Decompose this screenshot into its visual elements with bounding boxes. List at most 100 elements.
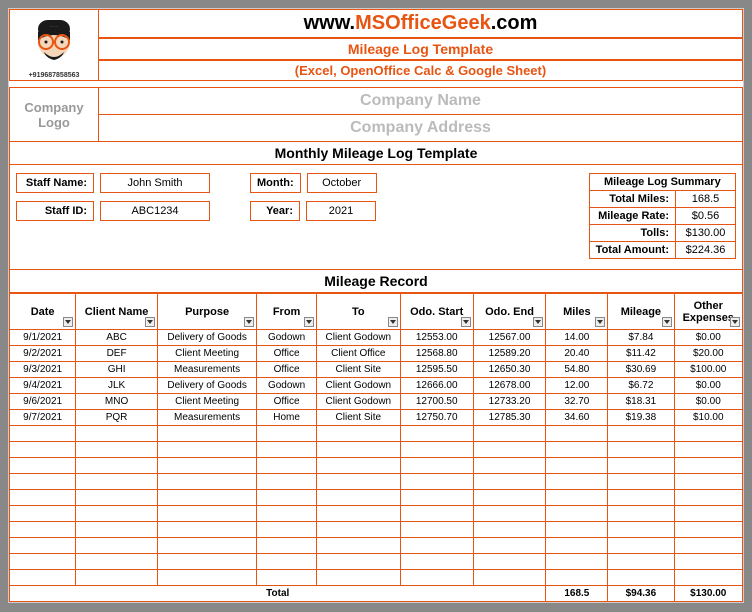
cell-empty[interactable] — [674, 474, 743, 490]
cell-empty[interactable] — [257, 538, 317, 554]
cell-client[interactable]: GHI — [76, 362, 158, 378]
cell-empty[interactable] — [316, 506, 400, 522]
cell-date[interactable]: 9/2/2021 — [10, 346, 76, 362]
cell-purpose[interactable]: Client Meeting — [157, 394, 256, 410]
cell-empty[interactable] — [10, 506, 76, 522]
cell-ostart[interactable]: 12700.50 — [400, 394, 473, 410]
cell-ostart[interactable]: 12568.80 — [400, 346, 473, 362]
cell-empty[interactable] — [316, 458, 400, 474]
cell-empty[interactable] — [400, 474, 473, 490]
cell-empty[interactable] — [157, 570, 256, 586]
column-header[interactable]: Date — [10, 294, 76, 330]
column-header[interactable]: Mileage — [608, 294, 674, 330]
cell-empty[interactable] — [10, 442, 76, 458]
filter-dropdown-icon[interactable] — [388, 317, 398, 327]
cell-miles[interactable]: 32.70 — [546, 394, 608, 410]
cell-empty[interactable] — [546, 506, 608, 522]
cell-empty[interactable] — [608, 554, 674, 570]
cell-empty[interactable] — [76, 490, 158, 506]
filter-dropdown-icon[interactable] — [662, 317, 672, 327]
cell-empty[interactable] — [316, 426, 400, 442]
cell-date[interactable]: 9/7/2021 — [10, 410, 76, 426]
column-header[interactable]: Odo. Start — [400, 294, 473, 330]
filter-dropdown-icon[interactable] — [730, 317, 740, 327]
cell-empty[interactable] — [157, 442, 256, 458]
cell-empty[interactable] — [316, 570, 400, 586]
cell-empty[interactable] — [546, 522, 608, 538]
cell-empty[interactable] — [257, 506, 317, 522]
cell-mileage[interactable]: $19.38 — [608, 410, 674, 426]
cell-empty[interactable] — [546, 570, 608, 586]
cell-mileage[interactable]: $11.42 — [608, 346, 674, 362]
cell-from[interactable]: Godown — [257, 330, 317, 346]
cell-empty[interactable] — [257, 522, 317, 538]
month-field[interactable]: October — [307, 173, 377, 193]
cell-miles[interactable]: 20.40 — [546, 346, 608, 362]
cell-empty[interactable] — [608, 474, 674, 490]
cell-empty[interactable] — [76, 442, 158, 458]
cell-empty[interactable] — [608, 506, 674, 522]
cell-oend[interactable]: 12567.00 — [473, 330, 546, 346]
cell-empty[interactable] — [257, 570, 317, 586]
cell-empty[interactable] — [674, 506, 743, 522]
cell-empty[interactable] — [10, 522, 76, 538]
cell-empty[interactable] — [473, 426, 546, 442]
cell-ostart[interactable]: 12750.70 — [400, 410, 473, 426]
cell-empty[interactable] — [157, 426, 256, 442]
column-header[interactable]: From — [257, 294, 317, 330]
filter-dropdown-icon[interactable] — [461, 317, 471, 327]
cell-other[interactable]: $0.00 — [674, 394, 743, 410]
cell-purpose[interactable]: Delivery of Goods — [157, 330, 256, 346]
cell-other[interactable]: $100.00 — [674, 362, 743, 378]
cell-empty[interactable] — [316, 474, 400, 490]
cell-miles[interactable]: 12.00 — [546, 378, 608, 394]
cell-date[interactable]: 9/3/2021 — [10, 362, 76, 378]
cell-ostart[interactable]: 12553.00 — [400, 330, 473, 346]
cell-mileage[interactable]: $6.72 — [608, 378, 674, 394]
cell-empty[interactable] — [257, 426, 317, 442]
filter-dropdown-icon[interactable] — [304, 317, 314, 327]
column-header[interactable]: Purpose — [157, 294, 256, 330]
cell-empty[interactable] — [473, 570, 546, 586]
cell-empty[interactable] — [10, 538, 76, 554]
cell-other[interactable]: $20.00 — [674, 346, 743, 362]
cell-empty[interactable] — [608, 538, 674, 554]
cell-empty[interactable] — [674, 442, 743, 458]
year-field[interactable]: 2021 — [306, 201, 376, 221]
cell-empty[interactable] — [157, 522, 256, 538]
cell-empty[interactable] — [76, 570, 158, 586]
cell-empty[interactable] — [400, 490, 473, 506]
cell-client[interactable]: MNO — [76, 394, 158, 410]
cell-client[interactable]: ABC — [76, 330, 158, 346]
cell-empty[interactable] — [76, 522, 158, 538]
cell-empty[interactable] — [608, 570, 674, 586]
cell-empty[interactable] — [400, 554, 473, 570]
filter-dropdown-icon[interactable] — [63, 317, 73, 327]
cell-empty[interactable] — [400, 538, 473, 554]
cell-empty[interactable] — [674, 490, 743, 506]
cell-purpose[interactable]: Client Meeting — [157, 346, 256, 362]
cell-empty[interactable] — [257, 554, 317, 570]
cell-empty[interactable] — [76, 474, 158, 490]
cell-empty[interactable] — [10, 490, 76, 506]
cell-empty[interactable] — [10, 554, 76, 570]
cell-date[interactable]: 9/6/2021 — [10, 394, 76, 410]
column-header[interactable]: Odo. End — [473, 294, 546, 330]
cell-to[interactable]: Client Site — [316, 410, 400, 426]
cell-empty[interactable] — [546, 490, 608, 506]
cell-empty[interactable] — [674, 570, 743, 586]
cell-empty[interactable] — [257, 458, 317, 474]
column-header[interactable]: Other Expenses — [674, 294, 743, 330]
cell-empty[interactable] — [546, 458, 608, 474]
cell-from[interactable]: Office — [257, 394, 317, 410]
cell-empty[interactable] — [473, 554, 546, 570]
cell-empty[interactable] — [10, 474, 76, 490]
cell-empty[interactable] — [674, 554, 743, 570]
cell-to[interactable]: Client Godown — [316, 394, 400, 410]
cell-mileage[interactable]: $18.31 — [608, 394, 674, 410]
cell-empty[interactable] — [257, 442, 317, 458]
cell-empty[interactable] — [316, 522, 400, 538]
cell-miles[interactable]: 34.60 — [546, 410, 608, 426]
company-address-field[interactable]: Company Address — [99, 115, 743, 142]
cell-empty[interactable] — [157, 458, 256, 474]
